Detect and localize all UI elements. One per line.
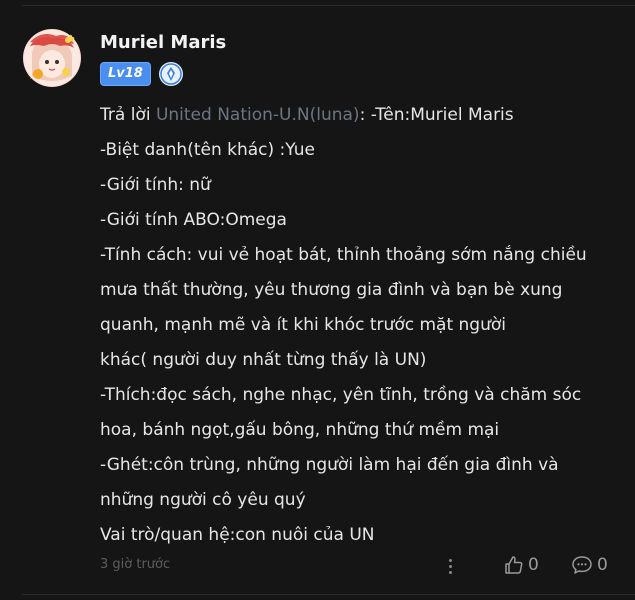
author-name[interactable]: Muriel Maris	[100, 32, 226, 53]
comment-body: Trả lời United Nation-U.N(luna): -Tên:Mu…	[100, 98, 620, 553]
body-line: hoa, bánh ngọt,gấu bông, những thứ mềm m…	[100, 420, 500, 440]
comment-count: 0	[597, 555, 608, 575]
body-line: -Giới tính: nữ	[100, 175, 211, 195]
body-line: -Biệt danh(tên khác) :Yue	[100, 140, 315, 160]
champion-badge-icon	[158, 62, 183, 86]
body-line: Vai trò/quan hệ:con nuôi của UN	[100, 525, 375, 545]
reply-suffix: : -Tên:Muriel Maris	[359, 105, 514, 125]
avatar[interactable]	[22, 28, 82, 88]
thumbs-up-icon	[505, 556, 523, 574]
divider-bottom	[22, 594, 635, 595]
body-line: khác( người duy nhất từng thấy là UN)	[100, 350, 427, 370]
timestamp: 3 giờ trước	[100, 557, 171, 572]
body-line: những người cô yêu quý	[100, 490, 306, 510]
comment-button[interactable]: 0	[571, 555, 608, 575]
more-vertical-icon[interactable]	[443, 555, 457, 577]
like-button[interactable]: 0	[504, 555, 539, 575]
mention-link[interactable]: United Nation-U.N(luna)	[156, 105, 360, 125]
body-line: -Tính cách: vui vẻ hoạt bát, thỉnh thoản…	[100, 245, 587, 265]
reply-prefix: Trả lời	[100, 105, 156, 125]
body-line: -Giới tính ABO:Omega	[100, 210, 287, 230]
badge-row: Lv18	[100, 62, 183, 86]
body-line: quanh, mạnh mẽ và ít khi khóc trước mặt …	[100, 315, 506, 335]
body-line: mưa thất thường, yêu thương gia đình và …	[100, 280, 563, 300]
body-line: -Thích:đọc sách, nghe nhạc, yên tĩnh, tr…	[100, 385, 582, 405]
level-badge: Lv18	[100, 62, 151, 86]
comment-icon	[572, 556, 592, 574]
divider-top	[22, 5, 635, 6]
comment-card: Muriel Maris Lv18 Trả lời United Nation-…	[0, 0, 635, 600]
reply-line: Trả lời United Nation-U.N(luna): -Tên:Mu…	[100, 98, 620, 133]
like-count: 0	[528, 555, 539, 575]
body-line: -Ghét:côn trùng, những người làm hại đến…	[100, 455, 559, 475]
